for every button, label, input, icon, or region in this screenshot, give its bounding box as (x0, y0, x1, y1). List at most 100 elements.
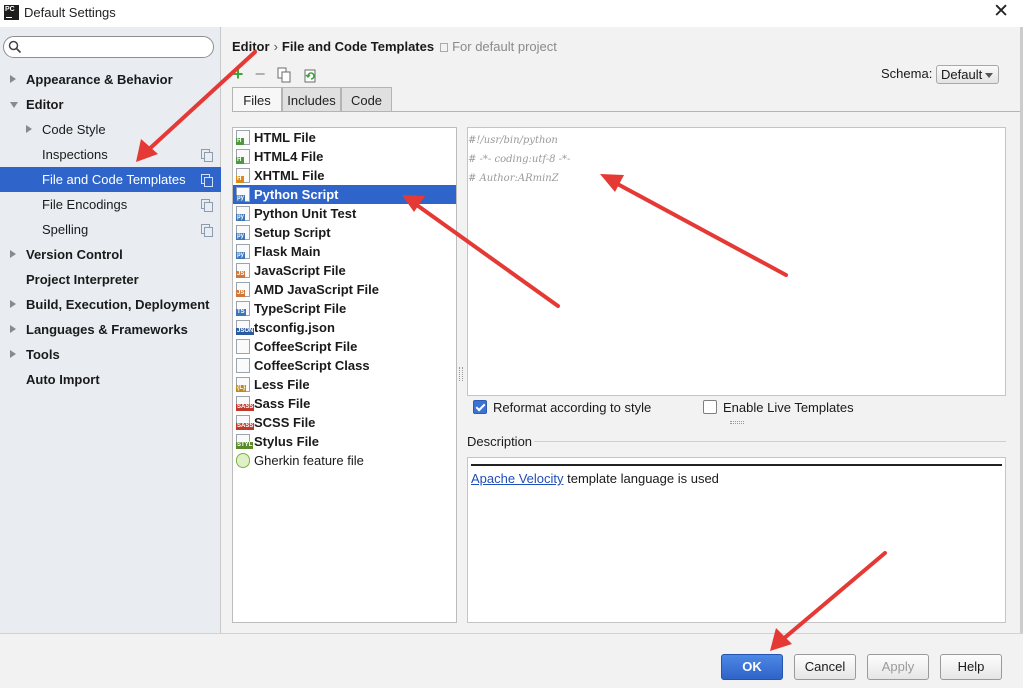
template-name: tsconfig.json (254, 320, 335, 335)
template-list[interactable]: H HTML File H HTML4 File H XHTML File py Python… (232, 127, 457, 623)
live-templates-checkbox[interactable] (703, 400, 717, 414)
chevron-right-icon[interactable] (10, 325, 16, 333)
template-list-item[interactable]: py Python Unit Test (233, 204, 456, 223)
schema-label: Schema: (881, 66, 933, 81)
tab-files[interactable]: Files (232, 87, 282, 112)
cancel-button[interactable]: Cancel (794, 654, 856, 680)
project-scope-icon (201, 224, 213, 237)
sidebar-item-editor[interactable]: Editor (0, 92, 221, 117)
help-button[interactable]: Help (940, 654, 1002, 680)
chevron-right-icon[interactable] (10, 250, 16, 258)
chevron-right-icon[interactable] (10, 300, 16, 308)
sidebar-item-label: Auto Import (26, 372, 100, 387)
file-type-tag: JS (236, 290, 246, 297)
horizontal-splitter-handle[interactable] (730, 421, 744, 424)
template-list-item[interactable]: py Flask Main (233, 242, 456, 261)
settings-sidebar: Appearance & Behavior Editor Code Style Ins… (0, 27, 221, 633)
sidebar-item-code-style[interactable]: Code Style (0, 117, 221, 142)
file-type-tag: py (236, 214, 246, 221)
chevron-right-icon[interactable] (26, 125, 32, 133)
reset-icon (304, 69, 316, 83)
file-type-icon: py (236, 187, 250, 202)
copy-icon (277, 67, 291, 83)
file-type-tag: STYL (236, 442, 254, 449)
template-name: TypeScript File (254, 301, 347, 316)
template-list-item[interactable]: H HTML File (233, 128, 456, 147)
sidebar-item-inspections[interactable]: Inspections (0, 142, 221, 167)
sidebar-item-auto-import[interactable]: Auto Import (0, 367, 221, 392)
template-list-item[interactable]: H HTML4 File (233, 147, 456, 166)
tab-code[interactable]: Code (341, 87, 392, 112)
template-list-item[interactable]: TS TypeScript File (233, 299, 456, 318)
template-name: Python Unit Test (254, 206, 357, 221)
sidebar-item-label: File Encodings (42, 197, 128, 212)
code-line: # Author:ARminZ (468, 173, 559, 184)
template-list-item[interactable]: SASS Sass File (233, 394, 456, 413)
breadcrumb-current: File and Code Templates (281, 39, 435, 54)
chevron-right-icon[interactable] (10, 350, 16, 358)
template-name: Stylus File (254, 434, 320, 449)
chevron-right-icon[interactable] (10, 75, 16, 83)
template-list-item[interactable]: JS JavaScript File (233, 261, 456, 280)
template-name: Sass File (254, 396, 311, 411)
apply-button[interactable]: Apply (867, 654, 929, 680)
reformat-checkbox[interactable] (473, 400, 487, 414)
description-body: template language is used (567, 471, 719, 486)
file-type-tag: SASS (236, 423, 255, 430)
template-name: Flask Main (254, 244, 321, 259)
sidebar-item-build-execution-deployment[interactable]: Build, Execution, Deployment (0, 292, 221, 317)
template-name: Less File (254, 377, 310, 392)
template-name: XHTML File (254, 168, 325, 183)
sidebar-item-label: Editor (26, 97, 64, 112)
template-list-item[interactable]: SASS SCSS File (233, 413, 456, 432)
sidebar-item-label: Version Control (26, 247, 123, 262)
sidebar-item-file-encodings[interactable]: File Encodings (0, 192, 221, 217)
schema-dropdown[interactable]: Default (936, 65, 999, 84)
template-list-item[interactable]: H XHTML File (233, 166, 456, 185)
template-list-item[interactable]: {L} Less File (233, 375, 456, 394)
search-icon (8, 40, 22, 54)
template-list-item[interactable]: Gherkin feature file (233, 451, 456, 470)
sidebar-item-tools[interactable]: Tools (0, 342, 221, 367)
sidebar-item-label: Build, Execution, Deployment (26, 297, 210, 312)
reset-template-button[interactable] (300, 65, 320, 85)
vertical-splitter-handle[interactable] (459, 367, 463, 381)
template-list-item[interactable]: JSON tsconfig.json (233, 318, 456, 337)
ok-button[interactable]: OK (721, 654, 783, 680)
copy-template-button[interactable] (274, 65, 294, 85)
file-type-tag: py (236, 195, 246, 202)
close-icon[interactable]: ✕ (993, 2, 1009, 22)
file-type-icon: TS (236, 301, 250, 316)
sidebar-item-languages-frameworks[interactable]: Languages & Frameworks (0, 317, 221, 342)
scope-icon (440, 43, 449, 52)
template-list-item[interactable]: STYL Stylus File (233, 432, 456, 451)
sidebar-item-version-control[interactable]: Version Control (0, 242, 221, 267)
file-type-icon: H (236, 130, 250, 145)
file-type-icon: H (236, 149, 250, 164)
sidebar-item-appearance-behavior[interactable]: Appearance & Behavior (0, 67, 221, 92)
template-list-item[interactable]: py Python Script (233, 185, 456, 204)
code-line: # -*- coding:utf-8 -*- (468, 154, 571, 165)
sidebar-item-spelling[interactable]: Spelling (0, 217, 221, 242)
sidebar-item-file-and-code-templates[interactable]: File and Code Templates (0, 167, 221, 192)
template-list-item[interactable]: CoffeeScript File (233, 337, 456, 356)
sidebar-item-project-interpreter[interactable]: Project Interpreter (0, 267, 221, 292)
file-type-icon: SASS (236, 415, 255, 430)
remove-template-button[interactable]: − (250, 65, 270, 85)
template-list-item[interactable]: py Setup Script (233, 223, 456, 242)
project-scope-icon (201, 199, 213, 212)
file-type-icon: {L} (236, 377, 250, 392)
search-input[interactable] (3, 36, 214, 58)
template-list-item[interactable]: JS AMD JavaScript File (233, 280, 456, 299)
tab-includes[interactable]: Includes (282, 87, 341, 112)
template-editor[interactable]: #!/usr/bin/python # -*- coding:utf-8 -*-… (467, 127, 1006, 396)
file-type-icon: py (236, 225, 250, 240)
template-list-item[interactable]: CoffeeScript Class (233, 356, 456, 375)
file-type-tag: {L} (236, 385, 247, 392)
file-type-icon (236, 339, 250, 354)
project-scope-icon (201, 174, 213, 187)
chevron-down-icon[interactable] (10, 102, 18, 108)
template-name: Setup Script (254, 225, 331, 240)
add-template-button[interactable]: + (228, 65, 248, 85)
apache-velocity-link[interactable]: Apache Velocity (471, 471, 564, 486)
